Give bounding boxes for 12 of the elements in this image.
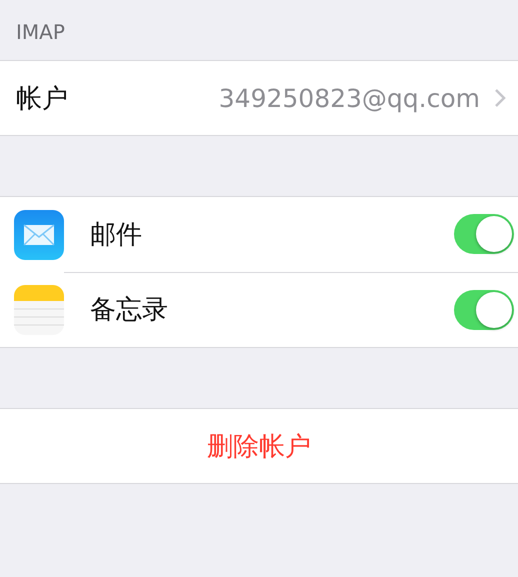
chevron-icon xyxy=(494,88,506,108)
notes-icon xyxy=(14,284,64,334)
mail-icon xyxy=(14,210,64,260)
toggle-switch[interactable] xyxy=(454,290,514,330)
account-label: 帐户 xyxy=(16,82,69,116)
section-header: IMAP xyxy=(15,19,66,38)
toggle-switch[interactable] xyxy=(454,214,514,254)
item-label: 邮件 xyxy=(90,218,143,252)
item-label: 备忘录 xyxy=(90,294,169,327)
account-row[interactable]: 帐户 349250823@qq.com xyxy=(0,61,518,135)
delete-account-button[interactable]: 删除帐户 xyxy=(0,409,518,483)
account-email: 349250823@qq.com xyxy=(218,84,480,112)
